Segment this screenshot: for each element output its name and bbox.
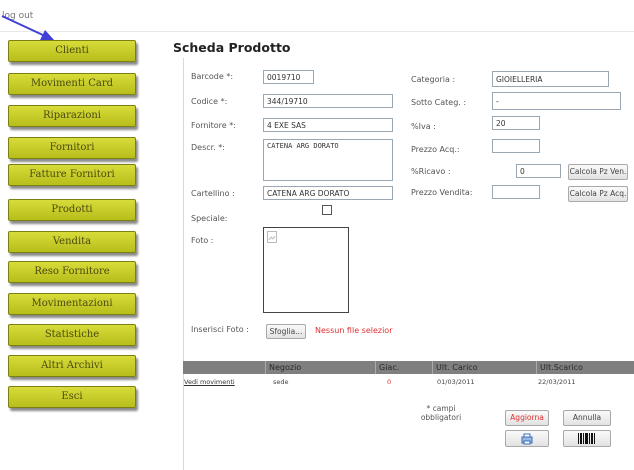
speciale-checkbox[interactable]: [322, 205, 332, 215]
sotto-categ-label: Sotto Categ. :: [411, 98, 467, 107]
codice-label: Codice *:: [191, 97, 228, 106]
fornitore-field[interactable]: 4 EXE SAS: [263, 118, 393, 132]
table-row: Vedi movimenti sede 0 01/03/2011 22/03/2…: [183, 376, 634, 388]
iva-field[interactable]: 20: [492, 116, 540, 130]
photo-frame: [263, 227, 349, 313]
barcode-label: Barcode *:: [191, 72, 234, 81]
no-file-selected-text: Nessun file selezior: [315, 326, 393, 335]
speciale-label: Speciale:: [191, 214, 228, 223]
iva-label: %Iva :: [411, 122, 436, 131]
calcola-pz-acq-button[interactable]: Calcola Pz Acq.: [568, 186, 628, 202]
prezzo-acq-field[interactable]: [492, 139, 540, 153]
required-note-line1: * campi: [426, 404, 456, 413]
ricavo-field[interactable]: 0: [516, 164, 561, 178]
sidebar-item-riparazioni[interactable]: Riparazioni: [8, 105, 136, 127]
column-header-giac: Giac.: [375, 361, 415, 374]
top-bar: log out: [0, 0, 634, 32]
sidebar-item-movimenti-card[interactable]: Movimenti Card: [8, 73, 136, 95]
ricavo-label: %Ricavo :: [411, 167, 451, 176]
required-note-line2: obbligatori: [420, 413, 462, 422]
sotto-categ-select[interactable]: -: [492, 92, 621, 110]
barcode-print-button[interactable]: [563, 430, 611, 447]
prezzo-acq-label: Prezzo Acq.:: [411, 145, 460, 154]
ult-carico-cell: 01/03/2011: [437, 378, 475, 386]
categoria-label: Categoria :: [411, 75, 456, 84]
sidebar-item-clienti[interactable]: Clienti: [8, 40, 136, 62]
fornitore-label: Fornitore *:: [191, 121, 236, 130]
sidebar-item-reso-fornitore[interactable]: Reso Fornitore: [8, 261, 136, 283]
sidebar-item-fornitori[interactable]: Fornitori: [8, 137, 136, 159]
required-fields-note: * campi obbligatori: [416, 404, 466, 422]
column-header-ult-carico: Ult. Carico: [432, 361, 536, 374]
inserisci-foto-label: Inserisci Foto :: [191, 325, 249, 334]
sidebar-item-prodotti[interactable]: Prodotti: [8, 199, 136, 221]
image-placeholder-icon: [267, 231, 277, 243]
sidebar-item-movimentazioni[interactable]: Movimentazioni: [8, 293, 136, 315]
cartellino-label: Cartellino :: [191, 189, 235, 198]
giac-cell: 0: [387, 378, 392, 386]
movements-table-header: Negozio Giac. Ult. Carico Ult.Scarico: [183, 361, 634, 374]
sidebar-item-esci[interactable]: Esci: [8, 386, 136, 408]
aggiorna-button[interactable]: Aggiorna: [505, 410, 549, 426]
vedi-movimenti-link[interactable]: Vedi movimenti: [184, 376, 235, 388]
sidebar-item-vendita[interactable]: Vendita: [8, 231, 136, 253]
prezzo-vendita-field[interactable]: [492, 185, 540, 199]
product-form-panel: [183, 58, 634, 470]
sidebar-item-fatture-fornitori[interactable]: Fatture Fornitori: [8, 164, 136, 186]
sidebar-item-statistiche[interactable]: Statistiche: [8, 324, 136, 346]
ult-scarico-cell: 22/03/2011: [538, 378, 576, 386]
sidebar-item-altri-archivi[interactable]: Altri Archivi: [8, 355, 136, 377]
negozio-cell: sede: [273, 378, 289, 386]
categoria-select[interactable]: GIOIELLERIA: [492, 71, 609, 87]
barcode-icon: [578, 433, 595, 444]
column-header-ult-scarico: Ult.Scarico: [536, 361, 634, 374]
page-title: Scheda Prodotto: [173, 40, 291, 55]
descr-textarea[interactable]: CATENA ARG DORATO: [263, 139, 393, 181]
barcode-field[interactable]: 0019710: [263, 70, 314, 84]
foto-label: Foto :: [191, 236, 214, 245]
sfoglia-button[interactable]: Sfoglia...: [266, 324, 306, 339]
codice-field[interactable]: 344/19710: [263, 94, 393, 108]
calcola-pz-ven-button[interactable]: Calcola Pz Ven.: [568, 164, 628, 180]
column-header-negozio: Negozio: [265, 361, 375, 374]
printer-icon: [521, 433, 533, 445]
annulla-button[interactable]: Annulla: [563, 410, 611, 426]
prezzo-vendita-label: Prezzo Vendita:: [411, 188, 473, 197]
print-button[interactable]: [505, 430, 549, 447]
descr-label: Descr. *:: [191, 143, 225, 152]
cartellino-field[interactable]: CATENA ARG DORATO: [263, 186, 393, 200]
